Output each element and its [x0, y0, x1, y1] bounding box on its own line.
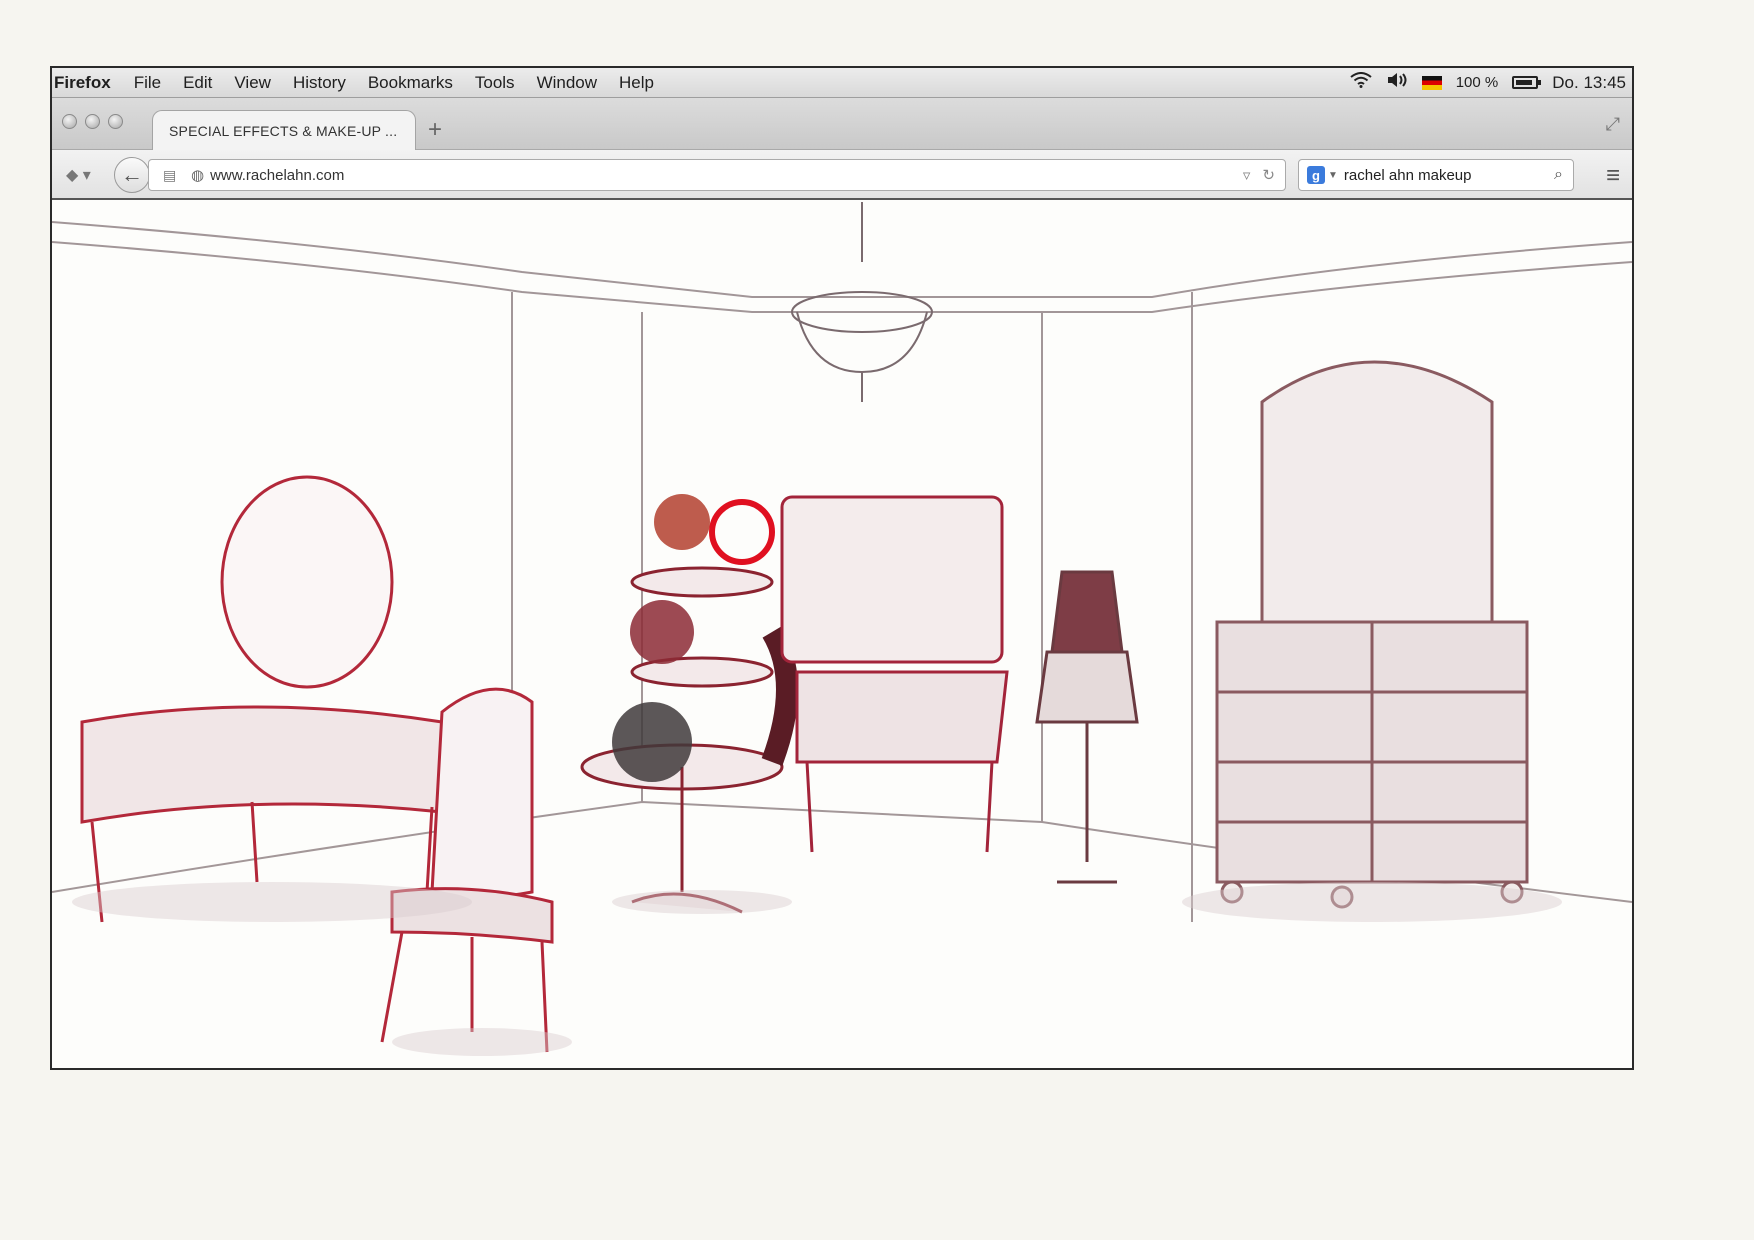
battery-percent: 100 % — [1455, 74, 1499, 91]
menu-window[interactable]: Window — [526, 73, 608, 93]
menu-help[interactable]: Help — [608, 73, 665, 93]
menubar-clock[interactable]: Do. 13:45 — [1552, 73, 1626, 93]
url-bar[interactable]: ▤ ◍ www.rachelahn.com ▿ ↻ — [148, 159, 1286, 191]
menu-edit[interactable]: Edit — [172, 73, 223, 93]
menu-view[interactable]: View — [223, 73, 282, 93]
back-arrow-icon: ← — [121, 162, 143, 187]
volume-icon[interactable] — [1386, 72, 1408, 93]
url-text[interactable]: www.rachelahn.com — [210, 167, 344, 184]
navigation-toolbar: ◆ ▾ ← ▤ ◍ www.rachelahn.com ▿ ↻ g ▼ rach… — [52, 150, 1632, 200]
menu-tools[interactable]: Tools — [464, 73, 526, 93]
search-engine-dropdown-icon[interactable]: ▼ — [1328, 170, 1338, 181]
page-content-sketch — [52, 202, 1632, 1068]
search-engine-icon[interactable]: g — [1307, 166, 1325, 184]
close-window-button[interactable] — [62, 114, 77, 129]
menu-app-name[interactable]: Firefox — [52, 73, 123, 93]
zoom-window-button[interactable] — [108, 114, 123, 129]
search-icon[interactable]: ⌕ — [1554, 166, 1563, 184]
wig-curly-dark — [612, 702, 692, 782]
wifi-icon[interactable] — [1350, 72, 1372, 93]
tab-special-effects[interactable]: SPECIAL EFFECTS & MAKE-UP ... — [152, 110, 416, 150]
search-box[interactable]: g ▼ rachel ahn makeup ⌕ — [1298, 159, 1574, 191]
window-controls — [62, 114, 123, 129]
minimize-window-button[interactable] — [85, 114, 100, 129]
firefox-dropdown-icon[interactable]: ◆ ▾ — [66, 165, 91, 185]
fullscreen-icon[interactable]: ⤢ — [1606, 114, 1620, 135]
tab-title: SPECIAL EFFECTS & MAKE-UP ... — [169, 122, 398, 139]
search-input[interactable]: rachel ahn makeup — [1344, 167, 1472, 184]
wig-orange — [654, 494, 710, 550]
browser-window: Firefox File Edit View History Bookmarks… — [50, 66, 1634, 1070]
reload-icon[interactable]: ↻ — [1262, 166, 1275, 184]
back-button[interactable]: ← — [114, 157, 150, 193]
menu-file[interactable]: File — [123, 73, 172, 93]
input-language-flag-icon[interactable] — [1421, 75, 1442, 90]
battery-icon[interactable] — [1512, 76, 1542, 89]
tab-strip: SPECIAL EFFECTS & MAKE-UP ... + ⤢ — [52, 98, 1632, 150]
mac-menubar: Firefox File Edit View History Bookmarks… — [52, 68, 1632, 98]
wig-red — [630, 600, 694, 664]
url-dropdown-icon[interactable]: ▿ — [1243, 166, 1251, 184]
new-tab-button[interactable]: + — [428, 116, 442, 144]
wig-bright-red — [709, 499, 775, 565]
menu-bookmarks[interactable]: Bookmarks — [357, 73, 464, 93]
bookmarks-folder-icon[interactable]: ▤ — [163, 167, 183, 184]
dressing-room-illustration — [52, 202, 1632, 1056]
globe-icon: ◍ — [191, 167, 205, 184]
menu-history[interactable]: History — [282, 73, 357, 93]
hamburger-menu-icon[interactable]: ≡ — [1606, 162, 1620, 190]
